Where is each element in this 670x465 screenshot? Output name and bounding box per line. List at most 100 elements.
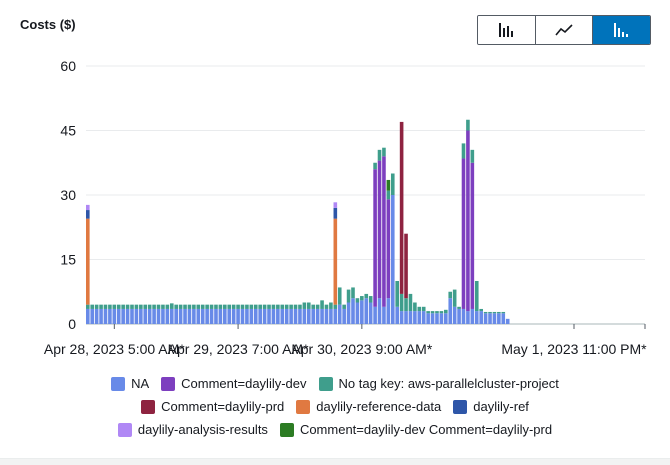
bar-segment — [351, 287, 355, 299]
bar-segment — [298, 304, 302, 309]
bar-segment — [324, 304, 329, 309]
bar-segment — [408, 293, 413, 312]
bar-segment — [276, 308, 280, 324]
bar-segment — [200, 304, 205, 309]
bar-segment — [218, 304, 223, 309]
bar-segment — [271, 304, 276, 309]
bar-segment — [289, 308, 293, 324]
bar-segment — [280, 308, 285, 324]
bar-segment — [479, 308, 483, 312]
bar-segment — [373, 169, 377, 307]
bar-segment — [413, 311, 417, 324]
bar-segment — [399, 293, 404, 312]
bar-segment — [492, 313, 497, 324]
bar-segment — [408, 311, 413, 324]
bar-segment — [386, 199, 391, 299]
bar-segment — [227, 308, 232, 324]
bar-segment — [333, 308, 338, 324]
bar-segment — [284, 308, 289, 324]
bar-segment — [271, 308, 276, 324]
bar-segment — [351, 298, 355, 324]
bar-segment — [205, 304, 209, 309]
bar-segment — [430, 313, 435, 324]
legend-row-3: daylily-analysis-results Comment=daylily-… — [0, 422, 670, 437]
bar-segment — [121, 304, 125, 309]
bar-segment — [218, 308, 223, 324]
bar-segment — [187, 304, 192, 309]
legend-item[interactable]: daylily-ref — [453, 399, 529, 414]
bar-segment — [90, 308, 95, 324]
bar-segment — [448, 298, 453, 324]
legend-row-1: NA Comment=daylily-dev No tag key: aws-par… — [0, 376, 670, 391]
bar-segment — [236, 304, 240, 309]
bar-segment — [452, 306, 457, 324]
legend-item[interactable]: No tag key: aws-parallelcluster-project — [318, 376, 559, 391]
bar-segment — [444, 309, 448, 314]
bar-segment — [196, 308, 201, 324]
bar-segment — [258, 308, 262, 324]
bar-segment — [240, 308, 245, 324]
bar-segment — [143, 308, 148, 324]
bar-segment — [152, 304, 156, 309]
bar-segment — [223, 308, 227, 324]
legend-item[interactable]: Comment=daylily-prd — [141, 399, 284, 414]
bar-segment — [156, 308, 161, 324]
x-tick-label: May 1, 2023 11:00 PM* — [501, 341, 647, 357]
legend-item[interactable]: daylily-analysis-results — [117, 422, 268, 437]
legend-swatch — [453, 399, 468, 414]
bar-segment — [192, 308, 196, 324]
bar-segment — [395, 281, 399, 307]
bar-segment — [386, 179, 391, 191]
bar-segment — [488, 311, 492, 314]
legend-item[interactable]: Comment=daylily-dev Comment=daylily-prd — [279, 422, 552, 437]
bar-segment — [360, 296, 364, 301]
bar-segment — [333, 304, 338, 309]
bar-segment — [421, 306, 426, 312]
bar-segment — [466, 119, 470, 131]
bar-segment — [298, 308, 302, 324]
bar-segment — [112, 308, 117, 324]
bar-segment — [342, 304, 346, 309]
bar-segment — [183, 304, 187, 309]
bar-segment — [497, 313, 501, 324]
bar-segment — [373, 162, 377, 170]
bar-segment — [169, 303, 174, 309]
bar-segment — [165, 304, 170, 309]
bar-segment — [377, 298, 382, 324]
bar-segment — [461, 158, 466, 309]
bar-segment — [161, 304, 165, 309]
bar-segment — [192, 304, 196, 309]
bar-segment — [435, 313, 439, 324]
bar-segment — [501, 311, 506, 314]
legend-item[interactable]: Comment=daylily-dev — [161, 376, 307, 391]
legend-swatch — [111, 376, 126, 391]
bar-segment — [483, 313, 488, 324]
bar-segment — [156, 304, 161, 309]
bar-segment — [360, 300, 364, 324]
bar-segment — [386, 190, 391, 200]
bar-segment — [355, 298, 360, 303]
legend-item[interactable]: daylily-reference-data — [296, 399, 441, 414]
y-tick-label: 30 — [60, 187, 76, 203]
bar-segment — [435, 311, 439, 314]
bar-segment — [307, 308, 311, 324]
legend-item[interactable]: NA — [111, 376, 149, 391]
bar-segment — [386, 298, 391, 324]
bar-segment — [245, 308, 249, 324]
x-tick-label: Apr 29, 2023 7:00 AM* — [168, 341, 309, 357]
bar-segment — [108, 308, 112, 324]
y-tick-label: 15 — [60, 252, 76, 268]
bar-segment — [382, 156, 386, 307]
bar-segment — [116, 304, 121, 309]
legend-swatch — [117, 422, 132, 437]
bar-segment — [302, 308, 307, 324]
bar-segment — [174, 304, 178, 309]
bar-segment — [346, 302, 351, 324]
bar-segment — [413, 302, 417, 312]
legend-label: daylily-reference-data — [316, 399, 442, 414]
bar-segment — [466, 311, 470, 324]
bar-segment — [426, 313, 430, 324]
bar-segment — [293, 304, 298, 309]
bar-segment — [267, 304, 271, 309]
bar-segment — [161, 308, 165, 324]
